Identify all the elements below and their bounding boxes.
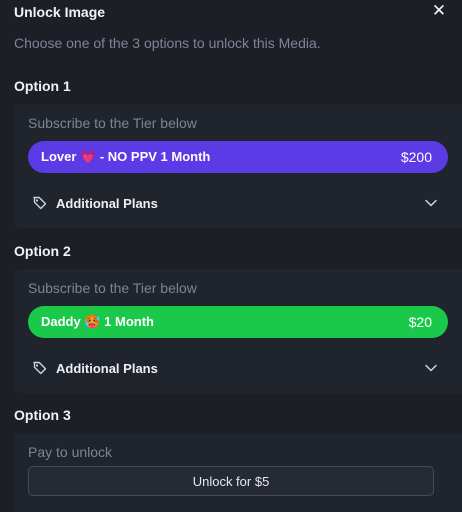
unlock-modal: Unlock Image ✕ Choose one of the 3 optio… — [0, 0, 462, 512]
option-3-card: Pay to unlock Unlock for $5 — [14, 433, 462, 512]
tag-icon — [33, 361, 47, 375]
unlock-for-price-button[interactable]: Unlock for $5 — [28, 466, 434, 496]
option-1-caption: Subscribe to the Tier below — [28, 115, 197, 131]
option-2-caption: Subscribe to the Tier below — [28, 280, 197, 296]
tier-duration: 1 Month — [104, 314, 154, 329]
option-2-label: Option 2 — [14, 243, 71, 259]
option-3-caption: Pay to unlock — [28, 444, 113, 460]
tier-daddy-title: Daddy 🥵 1 Month — [41, 314, 154, 330]
chevron-down-icon — [425, 199, 437, 207]
option-2-card: Subscribe to the Tier below Daddy 🥵 1 Mo… — [14, 269, 462, 393]
option-3-label: Option 3 — [14, 407, 71, 423]
tier-daddy-button[interactable]: Daddy 🥵 1 Month $20 — [28, 306, 448, 338]
heart-emoji-icon: 💗 — [80, 150, 97, 165]
tier-name: Daddy — [41, 314, 81, 329]
option-1-label: Option 1 — [14, 78, 71, 94]
tier-name: Lover — [41, 149, 77, 164]
modal-title: Unlock Image — [14, 4, 106, 20]
option-1-card: Subscribe to the Tier below Lover 💗 - NO… — [14, 104, 462, 228]
modal-subtitle: Choose one of the 3 options to unlock th… — [14, 35, 321, 51]
additional-plans-toggle[interactable]: Additional Plans — [32, 193, 438, 213]
tier-lover-button[interactable]: Lover 💗 - NO PPV 1 Month $200 — [28, 141, 448, 173]
additional-plans-label: Additional Plans — [56, 360, 158, 376]
modal-header: Unlock Image ✕ — [14, 2, 448, 22]
additional-plans-label: Additional Plans — [56, 195, 158, 211]
tier-duration: - NO PPV 1 Month — [99, 149, 211, 164]
tier-price: $20 — [408, 314, 432, 330]
hot-face-emoji-icon: 🥵 — [84, 315, 101, 330]
close-icon[interactable]: ✕ — [430, 2, 448, 20]
tag-icon — [33, 196, 47, 210]
additional-plans-toggle[interactable]: Additional Plans — [32, 358, 438, 378]
tier-price: $200 — [400, 149, 432, 165]
tier-lover-title: Lover 💗 - NO PPV 1 Month — [41, 149, 210, 165]
chevron-down-icon — [425, 364, 437, 372]
